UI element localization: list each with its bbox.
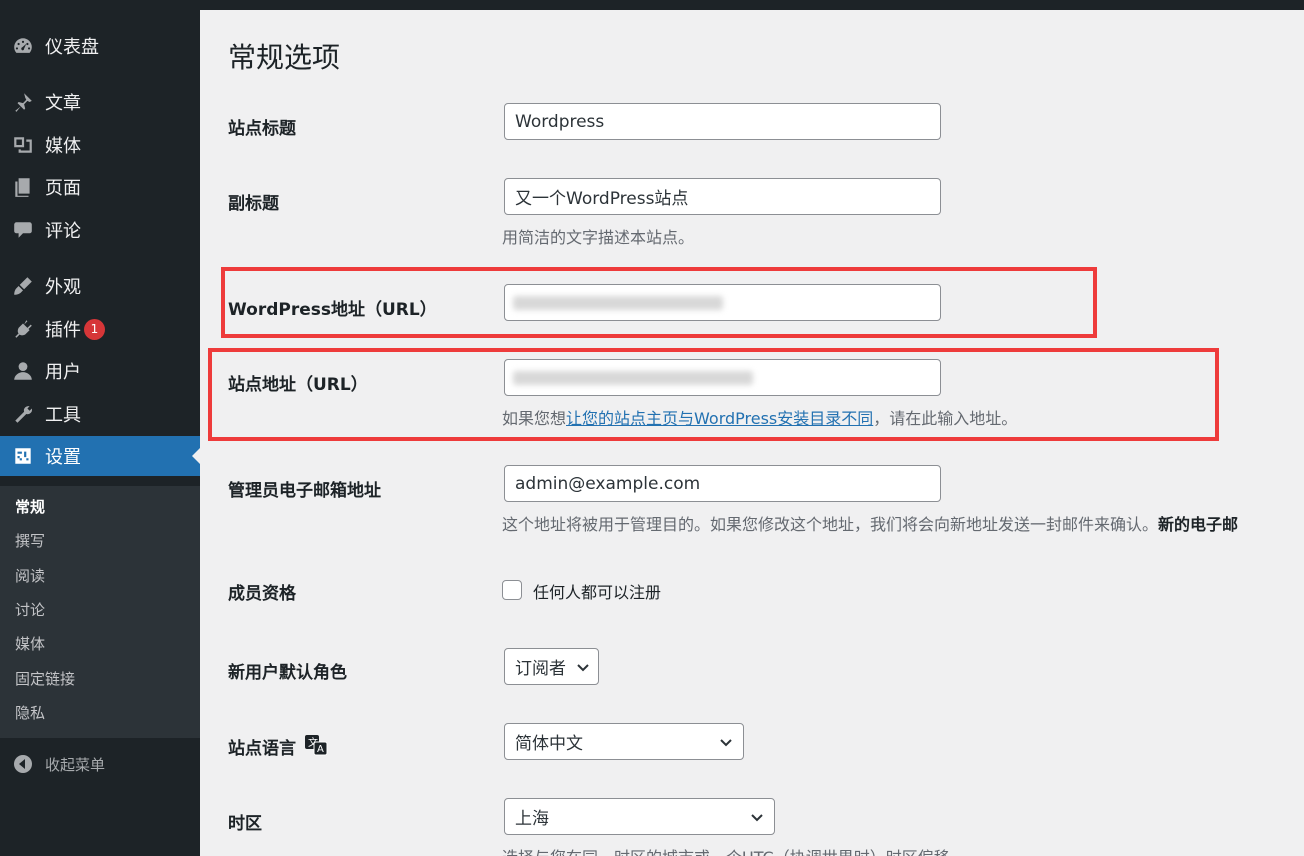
collapse-menu-button[interactable]: 收起菜单 bbox=[0, 744, 200, 784]
timezone-select[interactable]: 上海 bbox=[504, 798, 775, 835]
tagline-description: 用简洁的文字描述本站点。 bbox=[502, 228, 695, 247]
submenu-item-privacy[interactable]: 隐私 bbox=[15, 702, 45, 723]
user-icon bbox=[12, 360, 34, 382]
sidebar-item-comments[interactable]: 评论 bbox=[0, 210, 200, 250]
submenu-item-reading[interactable]: 阅读 bbox=[15, 565, 45, 586]
settings-main: 常规选项 站点标题 副标题 用简洁的文字描述本站点。 WordPress地址（U… bbox=[200, 10, 1304, 856]
sidebar-item-label: 媒体 bbox=[45, 136, 81, 157]
plugin-update-badge: 1 bbox=[84, 318, 105, 340]
sidebar-item-settings[interactable]: 设置 bbox=[0, 436, 200, 476]
timezone-value: 上海 bbox=[515, 809, 549, 829]
sidebar-item-tools[interactable]: 工具 bbox=[0, 394, 200, 434]
collapse-menu-label: 收起菜单 bbox=[45, 755, 106, 774]
wp-address-label: WordPress地址（URL） bbox=[228, 300, 437, 320]
submenu-item-general[interactable]: 常规 bbox=[15, 496, 45, 517]
membership-checkbox-label[interactable]: 任何人都可以注册 bbox=[533, 579, 661, 603]
admin-email-label: 管理员电子邮箱地址 bbox=[228, 481, 381, 501]
default-role-label: 新用户默认角色 bbox=[228, 663, 347, 683]
default-role-select[interactable]: 订阅者 bbox=[504, 648, 599, 685]
submenu-item-permalinks[interactable]: 固定链接 bbox=[15, 668, 75, 689]
site-address-description: 如果您想让您的站点主页与WordPress安装目录不同，请在此输入地址。 bbox=[502, 409, 1018, 428]
default-role-value: 订阅者 bbox=[515, 659, 566, 679]
sidebar-item-pages[interactable]: 页面 bbox=[0, 167, 200, 207]
chevron-down-icon bbox=[751, 814, 763, 822]
page-title: 常规选项 bbox=[228, 41, 341, 74]
site-title-label: 站点标题 bbox=[228, 119, 296, 139]
sidebar-item-label: 仪表盘 bbox=[45, 37, 99, 58]
sidebar-item-label: 外观 bbox=[45, 277, 81, 298]
sidebar-item-label: 设置 bbox=[45, 447, 81, 468]
sidebar-item-label: 工具 bbox=[45, 405, 81, 426]
site-address-help-link[interactable]: 让您的站点主页与WordPress安装目录不同 bbox=[566, 409, 873, 428]
collapse-arrow-icon bbox=[14, 755, 32, 773]
site-language-value: 简体中文 bbox=[515, 734, 583, 754]
redacted-url bbox=[513, 296, 723, 310]
site-language-select[interactable]: 简体中文 bbox=[504, 723, 744, 760]
sidebar-item-users[interactable]: 用户 bbox=[0, 351, 200, 391]
chevron-down-icon bbox=[720, 739, 732, 747]
site-language-label: 站点语言 bbox=[228, 739, 296, 759]
appearance-icon bbox=[12, 275, 34, 297]
redacted-url bbox=[513, 371, 753, 385]
sidebar-item-media[interactable]: 媒体 bbox=[0, 125, 200, 165]
site-title-input[interactable] bbox=[504, 103, 941, 140]
sidebar-item-label: 页面 bbox=[45, 178, 81, 199]
admin-email-input[interactable] bbox=[504, 465, 941, 502]
translation-icon: 文 A bbox=[305, 735, 328, 756]
comment-icon bbox=[12, 219, 34, 241]
membership-label: 成员资格 bbox=[228, 584, 296, 604]
sidebar-item-label: 评论 bbox=[45, 221, 81, 242]
wrench-icon bbox=[12, 403, 34, 425]
site-address-input[interactable] bbox=[504, 359, 941, 396]
submenu-item-discussion[interactable]: 讨论 bbox=[15, 599, 45, 620]
dashboard-icon bbox=[12, 35, 34, 57]
wp-address-input[interactable] bbox=[504, 284, 941, 321]
timezone-description: 选择与您在同一时区的城市或一个UTC（协调世界时）时区偏移。 bbox=[502, 844, 966, 856]
sidebar-item-posts[interactable]: 文章 bbox=[0, 82, 200, 122]
sidebar-item-appearance[interactable]: 外观 bbox=[0, 266, 200, 306]
membership-checkbox[interactable] bbox=[502, 580, 522, 600]
sidebar-item-dashboard[interactable]: 仪表盘 bbox=[0, 26, 200, 66]
submenu-item-media[interactable]: 媒体 bbox=[15, 633, 45, 654]
tagline-input[interactable] bbox=[504, 178, 941, 215]
timezone-label: 时区 bbox=[228, 814, 262, 834]
settings-icon bbox=[12, 445, 34, 467]
svg-text:A: A bbox=[317, 744, 324, 755]
sidebar-item-plugins[interactable]: 插件 1 bbox=[0, 309, 200, 349]
submenu-item-writing[interactable]: 撰写 bbox=[15, 530, 45, 551]
media-icon bbox=[12, 134, 34, 156]
plugin-icon bbox=[12, 318, 34, 340]
sidebar-item-label: 用户 bbox=[45, 362, 81, 383]
admin-email-description: 这个地址将被用于管理目的。如果您修改这个地址，我们将会向新地址发送一封邮件来确认… bbox=[502, 515, 1239, 534]
site-address-label: 站点地址（URL） bbox=[228, 375, 368, 395]
settings-submenu: 常规 撰写 阅读 讨论 媒体 固定链接 隐私 bbox=[0, 486, 200, 738]
chevron-down-icon bbox=[577, 664, 589, 672]
admin-bar bbox=[0, 0, 1304, 10]
tagline-label: 副标题 bbox=[228, 194, 279, 214]
sidebar-item-label: 文章 bbox=[45, 93, 81, 114]
sidebar-item-label: 插件 bbox=[45, 320, 81, 341]
page-icon bbox=[12, 176, 34, 198]
pin-icon bbox=[12, 91, 34, 113]
admin-sidebar: 仪表盘 文章 媒体 页面 评论 外观 插件 1 用户 工具 设置 常规 撰写 阅… bbox=[0, 10, 200, 856]
